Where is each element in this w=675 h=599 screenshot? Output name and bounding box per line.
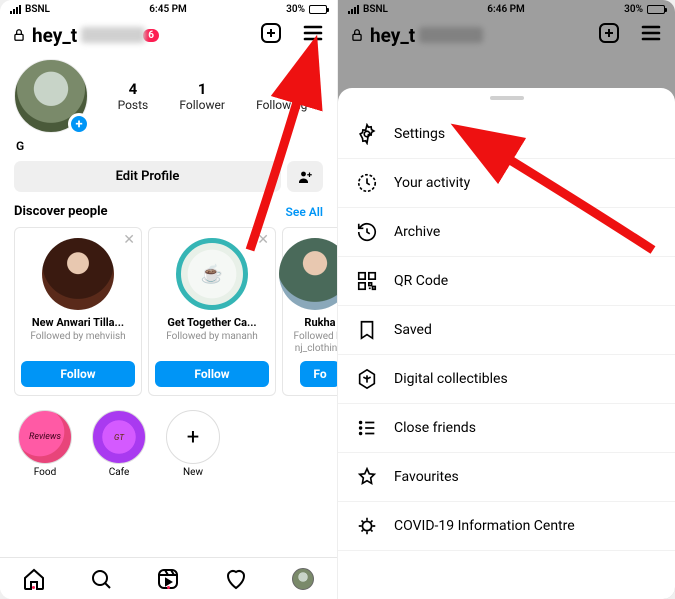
nav-search[interactable] [87,565,115,593]
menu-your-activity[interactable]: Your activity [338,159,675,208]
card-name: Get Together Ca... [155,316,269,329]
hamburger-menu-button[interactable] [301,21,325,49]
menu-label: Saved [394,322,432,338]
highlight-new[interactable]: + New [166,410,220,478]
discover-people-toggle[interactable] [287,161,323,192]
nav-avatar [292,568,314,590]
nav-home[interactable] [20,565,48,593]
follow-button[interactable]: Fo [300,361,337,387]
menu-settings[interactable]: Settings [338,110,675,159]
activity-icon [356,172,378,194]
card-followed-by: Followed by nj_clothin... [289,331,337,355]
menu-digital-collectibles[interactable]: Digital collectibles [338,355,675,404]
username-dropdown[interactable]: hey_t 6 [12,24,159,47]
battery-pct: 30% [286,4,305,15]
plus-icon: + [166,410,220,464]
nav-profile[interactable] [289,565,317,593]
discover-card: ✕ ☕ Get Together Ca... Followed by manan… [148,227,276,396]
discover-cards[interactable]: ✕ New Anwari Tilla... Followed by mehvii… [0,227,337,406]
card-avatar[interactable] [279,238,337,310]
gear-icon [356,123,378,145]
menu-label: Settings [394,126,445,142]
highlight-item[interactable]: Reviews Food [18,410,72,478]
stat-followers[interactable]: 1 Follower [179,80,224,112]
discover-heading: Discover people [14,204,108,219]
discover-card: ✕ New Anwari Tilla... Followed by mehvii… [14,227,142,396]
profile-stats-row: + 4 Posts 1 Follower 4 Following [0,59,337,139]
list-icon [356,417,378,439]
menu-favourites[interactable]: Favourites [338,453,675,502]
edit-profile-button[interactable]: Edit Profile [14,161,281,192]
battery-icon [309,5,327,14]
username-blur [81,27,145,43]
menu-label: Your activity [394,175,470,191]
bottom-nav [0,557,337,599]
lock-icon [12,28,26,42]
menu-covid-info[interactable]: COVID-19 Information Centre [338,502,675,551]
stat-following[interactable]: 4 Following [256,80,307,112]
card-name: New Anwari Tilla... [21,316,135,329]
menu-label: QR Code [394,273,448,289]
search-icon [89,567,113,591]
dismiss-card-button[interactable]: ✕ [257,232,269,248]
menu-label: Digital collectibles [394,371,508,387]
follow-button[interactable]: Follow [21,361,135,387]
notification-badge: 6 [143,29,159,42]
create-post-button[interactable] [259,21,283,49]
menu-saved[interactable]: Saved [338,306,675,355]
username-text: hey_t [32,24,77,47]
menu-label: Favourites [394,469,459,485]
card-name: Rukha [289,316,337,329]
dismiss-card-button[interactable]: ✕ [123,232,135,248]
menu-label: Archive [394,224,440,240]
card-avatar[interactable] [42,238,114,310]
story-highlights: Reviews Food GT Cafe + New [0,406,337,484]
profile-screen: BSNL 6:45 PM 30% hey_t 6 [0,0,338,599]
highlight-item[interactable]: GT Cafe [92,410,146,478]
highlight-cover: Reviews [18,410,72,464]
covid-icon [356,515,378,537]
nav-reels[interactable] [154,565,182,593]
menu-archive[interactable]: Archive [338,208,675,257]
add-person-icon [296,168,314,186]
carrier-label: BSNL [25,4,50,15]
qr-icon [356,270,378,292]
clock: 6:45 PM [149,4,187,15]
menu-label: COVID-19 Information Centre [394,518,575,534]
bookmark-icon [356,319,378,341]
card-followed-by: Followed by mehviish [21,331,135,355]
discover-card: Rukha Followed by nj_clothin... Fo [282,227,337,396]
heart-icon [224,567,248,591]
hexagon-icon [356,368,378,390]
profile-avatar[interactable]: + [14,59,88,133]
menu-close-friends[interactable]: Close friends [338,404,675,453]
follow-button[interactable]: Follow [155,361,269,387]
nav-activity[interactable] [222,565,250,593]
card-followed-by: Followed by mananh [155,331,269,355]
status-bar: BSNL 6:45 PM 30% [0,0,337,17]
menu-screen: BSNL 6:46 PM 30% hey_t [338,0,675,599]
menu-label: Close friends [394,420,476,436]
see-all-link[interactable]: See All [286,205,323,219]
stat-posts[interactable]: 4 Posts [118,80,149,112]
sheet-grabber[interactable] [490,96,524,100]
highlight-cover: GT [92,410,146,464]
hamburger-icon [301,21,325,45]
bio-name: G [0,139,337,161]
profile-header: hey_t 6 [0,17,337,59]
card-avatar[interactable]: ☕ [176,238,248,310]
add-story-badge[interactable]: + [68,113,90,135]
signal-icon [10,5,21,14]
menu-sheet: Settings Your activity Archive QR Code S… [338,88,675,599]
star-icon [356,466,378,488]
menu-qr-code[interactable]: QR Code [338,257,675,306]
archive-icon [356,221,378,243]
plus-square-icon [259,21,283,45]
